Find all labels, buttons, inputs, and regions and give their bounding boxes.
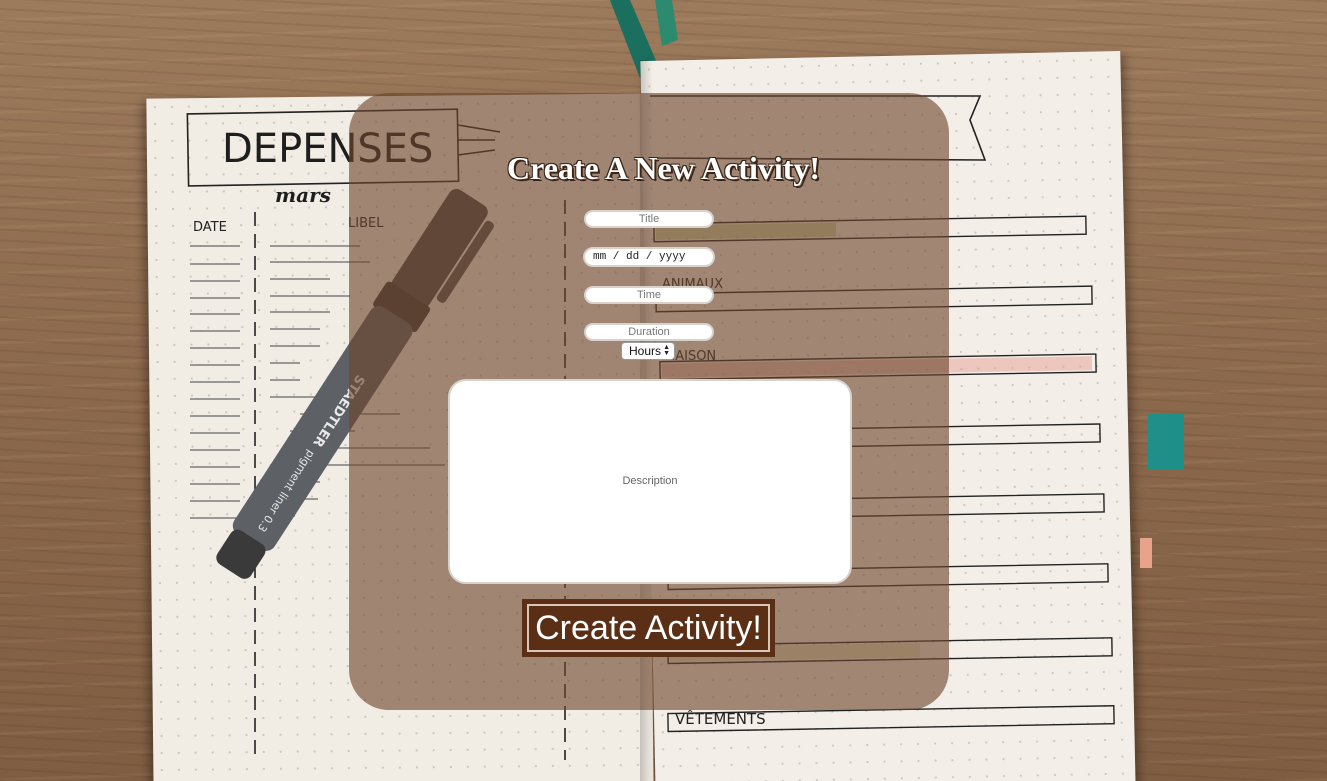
select-updown-icon: ▲ ▼ bbox=[663, 344, 670, 357]
create-activity-button[interactable]: Create Activity! bbox=[522, 599, 775, 657]
duration-unit-value: Hours bbox=[629, 344, 662, 358]
date-input[interactable]: mm / dd / yyyy bbox=[583, 247, 715, 267]
time-input[interactable] bbox=[584, 286, 714, 304]
date-input-placeholder: mm / dd / yyyy bbox=[593, 251, 686, 263]
teal-page-tab bbox=[1148, 414, 1184, 470]
pink-page-tab bbox=[1140, 538, 1152, 568]
duration-input[interactable] bbox=[584, 323, 714, 341]
form-heading: Create A New Activity! bbox=[506, 150, 821, 186]
duration-unit-select[interactable]: Hours ▲ ▼ bbox=[621, 342, 675, 360]
title-input[interactable] bbox=[584, 210, 714, 228]
description-textarea[interactable] bbox=[448, 379, 852, 584]
